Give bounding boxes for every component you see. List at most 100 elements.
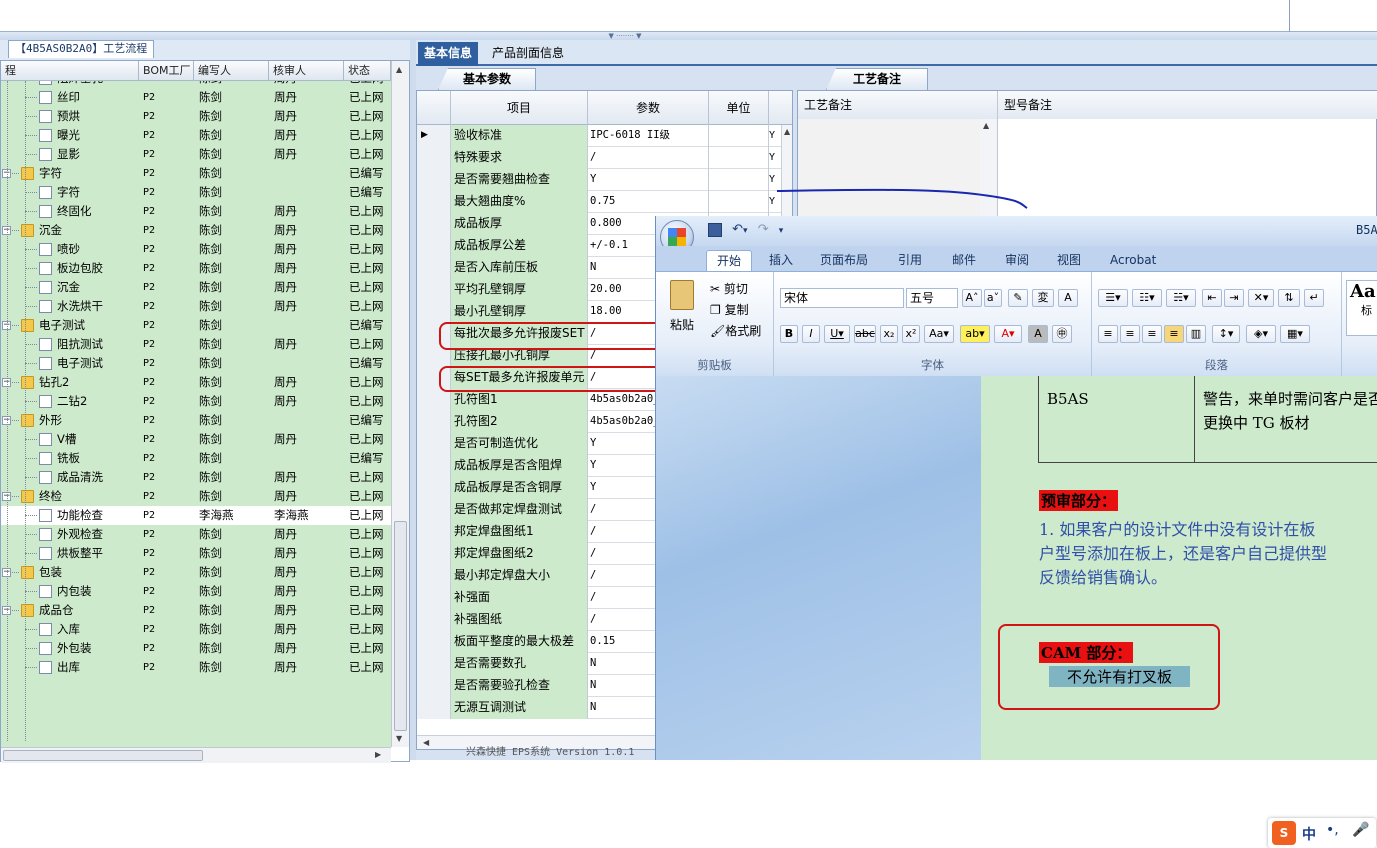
tree-row[interactable]: 字符 P2 陈剑 已编写 xyxy=(1,183,391,202)
row-header[interactable] xyxy=(417,521,451,543)
sort-icon[interactable]: ⇅ xyxy=(1278,289,1300,307)
param-value[interactable]: 0.75 xyxy=(588,191,709,213)
align-left-icon[interactable]: ≡ xyxy=(1098,325,1118,343)
grid-col-value[interactable]: 参数 xyxy=(588,91,709,125)
tree-row[interactable]: 水洗烘干 P2 陈剑 周丹 已上网 xyxy=(1,297,391,316)
tree-vertical-scrollbar[interactable]: ▲ ▼ xyxy=(391,61,409,747)
row-header[interactable] xyxy=(417,697,451,719)
scroll-up-icon[interactable]: ▲ xyxy=(396,65,402,74)
row-header[interactable] xyxy=(417,653,451,675)
show-marks-icon[interactable]: ↵ xyxy=(1304,289,1324,307)
phonetic-guide-icon[interactable]: 変 xyxy=(1032,289,1054,307)
row-indicator-icon[interactable]: ▶ xyxy=(417,125,451,147)
sogou-logo-icon[interactable]: S xyxy=(1272,821,1296,845)
tree-row[interactable]: 预烘 P2 陈剑 周丹 已上网 xyxy=(1,107,391,126)
row-header[interactable] xyxy=(417,147,451,169)
process-flow-tab[interactable]: 【4B5AS0B2A0】工艺流程 xyxy=(8,40,155,58)
tree-row[interactable]: 丝印 P2 陈剑 周丹 已上网 xyxy=(1,88,391,107)
tree-col-bom[interactable]: BOM工厂 xyxy=(139,61,194,80)
row-header[interactable] xyxy=(417,455,451,477)
tree-group-row[interactable]: − 字符 P2 陈剑 已编写 xyxy=(1,164,391,183)
bullets-icon[interactable]: ☰▾ xyxy=(1098,289,1128,307)
tab-process-remarks[interactable]: 工艺备注 xyxy=(826,68,928,90)
paste-button[interactable]: 粘贴 xyxy=(670,316,694,333)
ime-mode[interactable]: 中 xyxy=(1302,824,1316,844)
row-header[interactable] xyxy=(417,499,451,521)
tree-row[interactable]: 板边包胶 P2 陈剑 周丹 已上网 xyxy=(1,259,391,278)
row-header[interactable] xyxy=(417,257,451,279)
row-header[interactable] xyxy=(417,565,451,587)
align-center-icon[interactable]: ≡ xyxy=(1120,325,1140,343)
tree-row[interactable]: 铣板 P2 陈剑 已编写 xyxy=(1,449,391,468)
tree-col-reviewer[interactable]: 核审人 xyxy=(269,61,344,80)
tree-col-status[interactable]: 状态 xyxy=(344,61,391,80)
tree-row[interactable]: V槽 P2 陈剑 周丹 已上网 xyxy=(1,430,391,449)
tree-row[interactable]: 喷砂 P2 陈剑 周丹 已上网 xyxy=(1,240,391,259)
copy-button[interactable]: ❐ 复制 xyxy=(710,301,749,318)
row-header[interactable] xyxy=(417,543,451,565)
param-row[interactable]: 特殊要求 / Y xyxy=(417,147,792,169)
row-header[interactable] xyxy=(417,477,451,499)
param-unit[interactable] xyxy=(709,147,769,169)
tree-scroll-thumb[interactable] xyxy=(394,521,407,731)
tree-row[interactable]: 功能检查 P2 李海燕 李海燕 已上网 xyxy=(1,506,391,525)
font-color-icon[interactable]: A▾ xyxy=(994,325,1022,343)
save-icon[interactable] xyxy=(708,222,722,237)
grid-col-item[interactable]: 项目 xyxy=(451,91,588,125)
shrink-font-icon[interactable]: a˅ xyxy=(984,289,1002,307)
scroll-down-icon[interactable]: ▼ xyxy=(396,734,402,743)
grid-scroll-up-icon[interactable]: ▲ xyxy=(784,127,790,136)
cut-button[interactable]: ✂ 剪切 xyxy=(710,280,748,297)
char-border-icon[interactable]: A xyxy=(1058,289,1078,307)
tree-group-row[interactable]: − 沉金 P2 陈剑 周丹 已上网 xyxy=(1,221,391,240)
row-header[interactable] xyxy=(417,389,451,411)
ime-punct-icon[interactable]: •, xyxy=(1326,822,1339,838)
ime-toolbar[interactable]: S 中 •, 🎤 xyxy=(1268,818,1376,848)
shading-icon[interactable]: ◈▾ xyxy=(1246,325,1276,343)
tree-row[interactable]: 沉金 P2 陈剑 周丹 已上网 xyxy=(1,278,391,297)
styles-gallery[interactable]: Aa 标 xyxy=(1346,280,1377,336)
pre-review-para-1[interactable]: 1. 如果客户的设计文件中没有设计在板 xyxy=(1039,516,1315,540)
tree-row[interactable]: 曝光 P2 陈剑 周丹 已上网 xyxy=(1,126,391,145)
clear-format-icon[interactable]: ✎ xyxy=(1008,289,1028,307)
param-unit[interactable] xyxy=(709,191,769,213)
asian-layout-icon[interactable]: ✕▾ xyxy=(1248,289,1274,307)
change-case-icon[interactable]: Aa▾ xyxy=(924,325,954,343)
microphone-icon[interactable]: 🎤 xyxy=(1352,822,1369,838)
remark-col-process[interactable]: 工艺备注 xyxy=(798,91,998,119)
font-size-combo[interactable]: 五号 xyxy=(906,288,958,308)
row-header[interactable] xyxy=(417,169,451,191)
tree-col-author[interactable]: 编写人 xyxy=(194,61,269,80)
undo-icon[interactable]: ↶ xyxy=(732,222,743,237)
table-cell-model[interactable]: B5AS xyxy=(1047,390,1089,408)
param-unit[interactable] xyxy=(709,125,769,147)
redo-icon[interactable]: ↷ xyxy=(758,222,769,237)
tree-row[interactable]: 成品清洗 P2 陈剑 周丹 已上网 xyxy=(1,468,391,487)
borders-icon[interactable]: ▦▾ xyxy=(1280,325,1310,343)
tree-row[interactable]: 阻焊塞孔 P2 陈剑 周丹 已上网 xyxy=(1,81,391,88)
tree-group-row[interactable]: − 终检 P2 陈剑 周丹 已上网 xyxy=(1,487,391,506)
remark-col-model[interactable]: 型号备注 xyxy=(998,91,1377,119)
subscript-icon[interactable]: x₂ xyxy=(880,325,898,343)
tree-group-row[interactable]: − 成品仓 P2 陈剑 周丹 已上网 xyxy=(1,601,391,620)
underline-icon[interactable]: U▾ xyxy=(824,325,850,343)
remark-scroll-up-icon[interactable]: ▲ xyxy=(983,121,989,130)
tab-basic-params[interactable]: 基本参数 xyxy=(438,68,536,90)
format-painter-button[interactable]: 🖌格式刷 xyxy=(710,322,761,339)
char-shading-icon[interactable]: A xyxy=(1028,325,1048,343)
tree-group-row[interactable]: − 钻孔2 P2 陈剑 周丹 已上网 xyxy=(1,373,391,392)
row-header[interactable] xyxy=(417,301,451,323)
grid-col-unit[interactable]: 单位 xyxy=(709,91,769,125)
qat-menu-icon[interactable]: ▾ xyxy=(779,226,784,236)
param-row[interactable]: 最大翘曲度% 0.75 Y xyxy=(417,191,792,213)
align-right-icon[interactable]: ≡ xyxy=(1142,325,1162,343)
tree-row[interactable]: 入库 P2 陈剑 周丹 已上网 xyxy=(1,620,391,639)
param-value[interactable]: / xyxy=(588,147,709,169)
row-header[interactable] xyxy=(417,609,451,631)
tree-row[interactable]: 外包装 P2 陈剑 周丹 已上网 xyxy=(1,639,391,658)
param-value[interactable]: Y xyxy=(588,169,709,191)
tree-group-row[interactable]: − 电子测试 P2 陈剑 已编写 xyxy=(1,316,391,335)
tree-col-process[interactable]: 程 xyxy=(1,61,139,80)
param-value[interactable]: IPC-6018 II级 xyxy=(588,125,709,147)
multilevel-list-icon[interactable]: ☵▾ xyxy=(1166,289,1196,307)
